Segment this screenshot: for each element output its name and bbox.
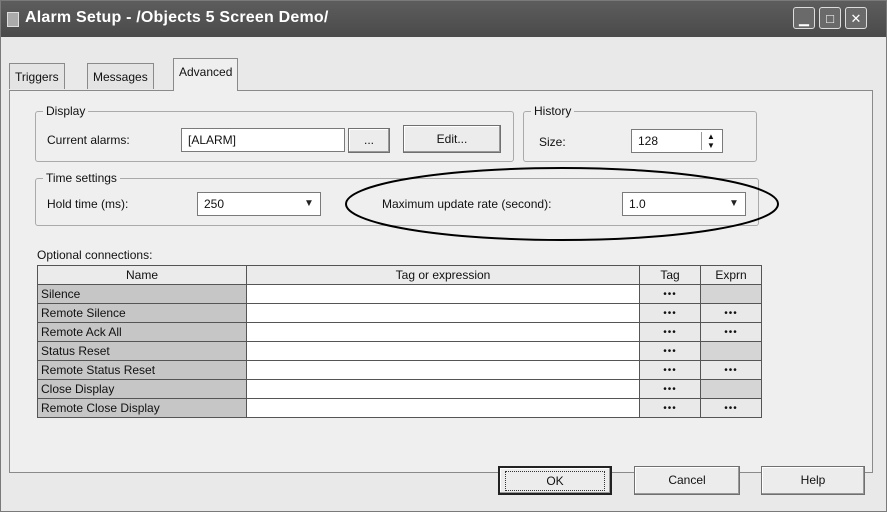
alarm-setup-dialog: Alarm Setup - /Objects 5 Screen Demo/ ▁ … [0, 0, 887, 512]
browse-button[interactable]: ... [348, 128, 390, 153]
hold-time-label: Hold time (ms): [47, 197, 129, 211]
tag-browse-button[interactable]: ••• [639, 322, 701, 342]
tag-browse-button[interactable]: ••• [639, 398, 701, 418]
highlight-ellipse [345, 167, 779, 241]
history-size-value: 128 [638, 134, 659, 148]
table-row: Silence ••• [37, 284, 762, 304]
tag-browse-button[interactable]: ••• [639, 360, 701, 380]
minimize-button[interactable]: ▁ [793, 7, 815, 29]
tag-browse-button[interactable]: ••• [639, 284, 701, 304]
ok-label: OK [505, 471, 605, 491]
exprn-cell [700, 341, 762, 361]
exprn-browse-button[interactable]: ••• [700, 322, 762, 342]
close-button[interactable]: ✕ [845, 7, 867, 29]
history-size-label: Size: [539, 135, 566, 149]
table-row: Remote Ack All ••• ••• [37, 322, 762, 342]
tag-expression-cell[interactable] [246, 341, 640, 361]
cancel-button[interactable]: Cancel [634, 466, 740, 495]
column-header-tag-or-expression: Tag or expression [246, 265, 640, 285]
row-name: Silence [37, 284, 247, 304]
time-settings-legend: Time settings [46, 171, 117, 185]
column-header-tag: Tag [639, 265, 701, 285]
tag-expression-cell[interactable] [246, 379, 640, 399]
tag-browse-button[interactable]: ••• [639, 303, 701, 323]
exprn-browse-button[interactable]: ••• [700, 360, 762, 380]
table-row: Remote Status Reset ••• ••• [37, 360, 762, 380]
tag-expression-cell[interactable] [246, 360, 640, 380]
connections-table: Name Tag or expression Tag Exprn Silence… [37, 265, 762, 418]
optional-connections-label: Optional connections: [37, 248, 153, 262]
maximize-button[interactable]: □ [819, 7, 841, 29]
column-header-exprn: Exprn [700, 265, 762, 285]
column-header-name: Name [37, 265, 247, 285]
edit-button[interactable]: Edit... [403, 125, 501, 153]
history-size-spinner[interactable]: 128 ▲ ▼ [631, 129, 723, 153]
exprn-browse-button[interactable]: ••• [700, 303, 762, 323]
row-name: Remote Ack All [37, 322, 247, 342]
tab-triggers[interactable]: Triggers [9, 63, 65, 89]
hold-time-value: 250 [204, 197, 225, 211]
history-legend: History [534, 104, 572, 118]
chevron-down-icon[interactable]: ▼ [300, 195, 318, 213]
exprn-browse-button[interactable]: ••• [700, 398, 762, 418]
row-name: Remote Silence [37, 303, 247, 323]
app-icon [7, 12, 19, 27]
table-row: Remote Silence ••• ••• [37, 303, 762, 323]
tag-expression-cell[interactable] [246, 322, 640, 342]
spin-arrows-icon[interactable]: ▲ ▼ [701, 132, 720, 150]
display-legend: Display [46, 104, 86, 118]
tag-expression-cell[interactable] [246, 284, 640, 304]
window-title: Alarm Setup - /Objects 5 Screen Demo/ [25, 9, 329, 26]
current-alarms-input[interactable]: [ALARM] [181, 128, 345, 152]
tag-expression-cell[interactable] [246, 398, 640, 418]
help-button[interactable]: Help [761, 466, 865, 495]
current-alarms-label: Current alarms: [47, 133, 130, 147]
row-name: Status Reset [37, 341, 247, 361]
ok-button[interactable]: OK [498, 466, 612, 495]
row-name: Remote Status Reset [37, 360, 247, 380]
title-bar[interactable]: Alarm Setup - /Objects 5 Screen Demo/ ▁ … [1, 1, 886, 37]
tag-browse-button[interactable]: ••• [639, 341, 701, 361]
table-row: Close Display ••• [37, 379, 762, 399]
tag-browse-button[interactable]: ••• [639, 379, 701, 399]
tab-messages[interactable]: Messages [87, 63, 154, 89]
tag-expression-cell[interactable] [246, 303, 640, 323]
row-name: Remote Close Display [37, 398, 247, 418]
row-name: Close Display [37, 379, 247, 399]
exprn-cell [700, 284, 762, 304]
table-header-row: Name Tag or expression Tag Exprn [37, 265, 762, 285]
table-row: Remote Close Display ••• ••• [37, 398, 762, 418]
table-row: Status Reset ••• [37, 341, 762, 361]
tab-advanced[interactable]: Advanced [173, 58, 239, 91]
exprn-cell [700, 379, 762, 399]
hold-time-dropdown[interactable]: 250 ▼ [197, 192, 321, 216]
